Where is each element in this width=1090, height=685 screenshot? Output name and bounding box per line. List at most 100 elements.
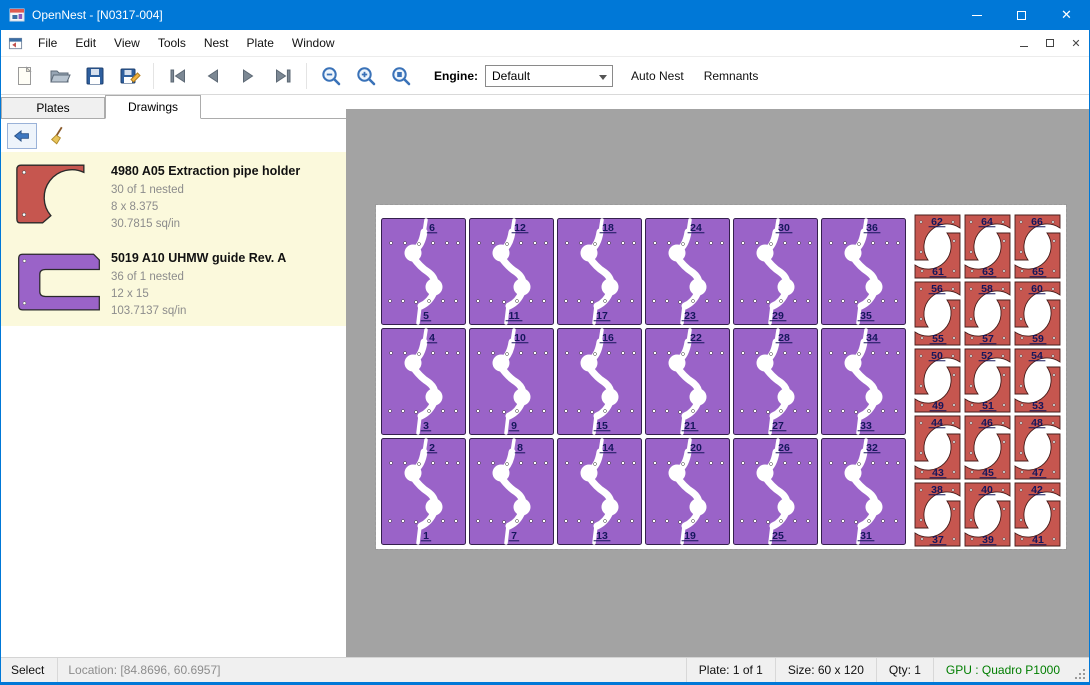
svg-text:29: 29 <box>772 310 784 322</box>
purple-part-pair[interactable]: 2827 <box>734 329 818 435</box>
purple-part-pair[interactable]: 21 <box>382 439 466 545</box>
red-part-pair[interactable]: 4443 <box>915 416 960 479</box>
red-part-pair[interactable]: 5049 <box>915 349 960 412</box>
maximize-button[interactable] <box>999 0 1044 30</box>
red-part-pair[interactable]: 4847 <box>1015 416 1060 479</box>
drawing-info: 4980 A05 Extraction pipe holder 30 of 1 … <box>111 160 300 233</box>
canvas-top-strip <box>346 95 1089 109</box>
resize-grip[interactable] <box>1072 658 1089 683</box>
nest-svg[interactable]: 6512111817242330293635431091615222128273… <box>376 205 1066 549</box>
red-part-pair[interactable]: 5251 <box>965 349 1010 412</box>
purple-part-pair[interactable]: 3635 <box>822 219 906 325</box>
minimize-button[interactable] <box>954 0 999 30</box>
red-part-pair[interactable]: 5655 <box>915 282 960 345</box>
svg-text:15: 15 <box>596 420 608 432</box>
svg-text:34: 34 <box>866 332 878 344</box>
mdi-close-button[interactable]: ✕ <box>1063 32 1089 54</box>
svg-text:52: 52 <box>981 350 993 362</box>
purple-part-pair[interactable]: 2019 <box>646 439 730 545</box>
purple-part-pair[interactable]: 43 <box>382 329 466 435</box>
drawing-item-extraction-pipe-holder[interactable]: 4980 A05 Extraction pipe holder 30 of 1 … <box>1 152 346 239</box>
purple-part-pair[interactable]: 2625 <box>734 439 818 545</box>
red-part-pair[interactable]: 6261 <box>915 215 960 278</box>
last-plate-button[interactable] <box>265 60 300 92</box>
menu-nest[interactable]: Nest <box>195 31 238 55</box>
status-mode: Select <box>1 663 57 677</box>
svg-text:16: 16 <box>602 332 614 344</box>
purple-part-pair[interactable]: 1413 <box>558 439 642 545</box>
drawing-list: 4980 A05 Extraction pipe holder 30 of 1 … <box>1 152 346 657</box>
svg-text:1: 1 <box>423 530 429 542</box>
purple-part-pair[interactable]: 1211 <box>470 219 554 325</box>
close-button[interactable]: ✕ <box>1044 0 1089 30</box>
engine-combobox[interactable]: Default <box>485 65 613 87</box>
drawing-size: 12 x 15 <box>111 286 286 303</box>
main-toolbar: Engine: Default Auto Nest Remnants <box>1 57 1089 95</box>
drawing-nested-count: 30 of 1 nested <box>111 182 300 199</box>
menu-view[interactable]: View <box>105 31 149 55</box>
zoom-in-button[interactable] <box>348 60 383 92</box>
tab-drawings[interactable]: Drawings <box>105 95 201 119</box>
statusbar: Select Location: [84.8696, 60.6957] Plat… <box>1 657 1089 682</box>
purple-part-pair[interactable]: 65 <box>382 219 466 325</box>
first-plate-button[interactable] <box>160 60 195 92</box>
red-part-pair[interactable]: 6059 <box>1015 282 1060 345</box>
red-part-pair[interactable]: 5453 <box>1015 349 1060 412</box>
previous-plate-button[interactable] <box>195 60 230 92</box>
next-plate-button[interactable] <box>230 60 265 92</box>
purple-part-pair[interactable]: 2221 <box>646 329 730 435</box>
menu-tools[interactable]: Tools <box>149 31 195 55</box>
svg-text:43: 43 <box>932 467 944 479</box>
clear-drawings-button[interactable] <box>44 123 74 149</box>
purple-part-pair[interactable]: 3433 <box>822 329 906 435</box>
zoom-in-icon <box>354 64 378 88</box>
new-document-button[interactable] <box>7 60 42 92</box>
svg-text:9: 9 <box>511 420 517 432</box>
mdi-restore-button[interactable] <box>1037 32 1063 54</box>
svg-text:35: 35 <box>860 310 872 322</box>
red-part-pair[interactable]: 6463 <box>965 215 1010 278</box>
remnants-button[interactable]: Remnants <box>694 61 769 91</box>
svg-text:18: 18 <box>602 222 614 234</box>
menu-file[interactable]: File <box>29 31 66 55</box>
svg-text:14: 14 <box>602 442 614 454</box>
nest-canvas[interactable]: 6512111817242330293635431091615222128273… <box>346 95 1089 657</box>
svg-text:66: 66 <box>1031 216 1043 228</box>
red-part-pair[interactable]: 4039 <box>965 483 1010 546</box>
red-part-pair[interactable]: 4241 <box>1015 483 1060 546</box>
menu-edit[interactable]: Edit <box>66 31 105 55</box>
svg-text:3: 3 <box>423 420 429 432</box>
mdi-minimize-button[interactable] <box>1011 32 1037 54</box>
red-part-pair[interactable]: 4645 <box>965 416 1010 479</box>
new-document-icon <box>13 64 37 88</box>
drawing-item-uhmw-guide[interactable]: 5019 A10 UHMW guide Rev. A 36 of 1 neste… <box>1 239 346 326</box>
import-drawings-button[interactable] <box>7 123 37 149</box>
purple-part-pair[interactable]: 109 <box>470 329 554 435</box>
zoom-extents-button[interactable] <box>383 60 418 92</box>
save-as-button[interactable] <box>112 60 147 92</box>
app-window: OpenNest - [N0317-004] ✕ File Edit View … <box>0 0 1090 685</box>
red-part-pair[interactable]: 5857 <box>965 282 1010 345</box>
purple-part-pair[interactable]: 3231 <box>822 439 906 545</box>
purple-part-pair[interactable]: 1615 <box>558 329 642 435</box>
red-part-pair[interactable]: 6665 <box>1015 215 1060 278</box>
tab-plates[interactable]: Plates <box>1 97 105 118</box>
drawing-nested-count: 36 of 1 nested <box>111 269 286 286</box>
svg-text:8: 8 <box>517 442 523 454</box>
menu-plate[interactable]: Plate <box>238 31 283 55</box>
red-part-pair[interactable]: 3837 <box>915 483 960 546</box>
open-button[interactable] <box>42 60 77 92</box>
zoom-out-icon <box>319 64 343 88</box>
plate[interactable]: 6512111817242330293635431091615222128273… <box>376 205 1066 549</box>
purple-part-pair[interactable]: 2423 <box>646 219 730 325</box>
auto-nest-button[interactable]: Auto Nest <box>621 61 694 91</box>
purple-part-pair[interactable]: 87 <box>470 439 554 545</box>
zoom-extents-icon <box>389 64 413 88</box>
purple-part-pair[interactable]: 3029 <box>734 219 818 325</box>
menu-window[interactable]: Window <box>283 31 344 55</box>
purple-part-pair[interactable]: 1817 <box>558 219 642 325</box>
save-button[interactable] <box>77 60 112 92</box>
svg-text:22: 22 <box>690 332 702 344</box>
zoom-out-button[interactable] <box>313 60 348 92</box>
svg-text:40: 40 <box>981 484 993 496</box>
